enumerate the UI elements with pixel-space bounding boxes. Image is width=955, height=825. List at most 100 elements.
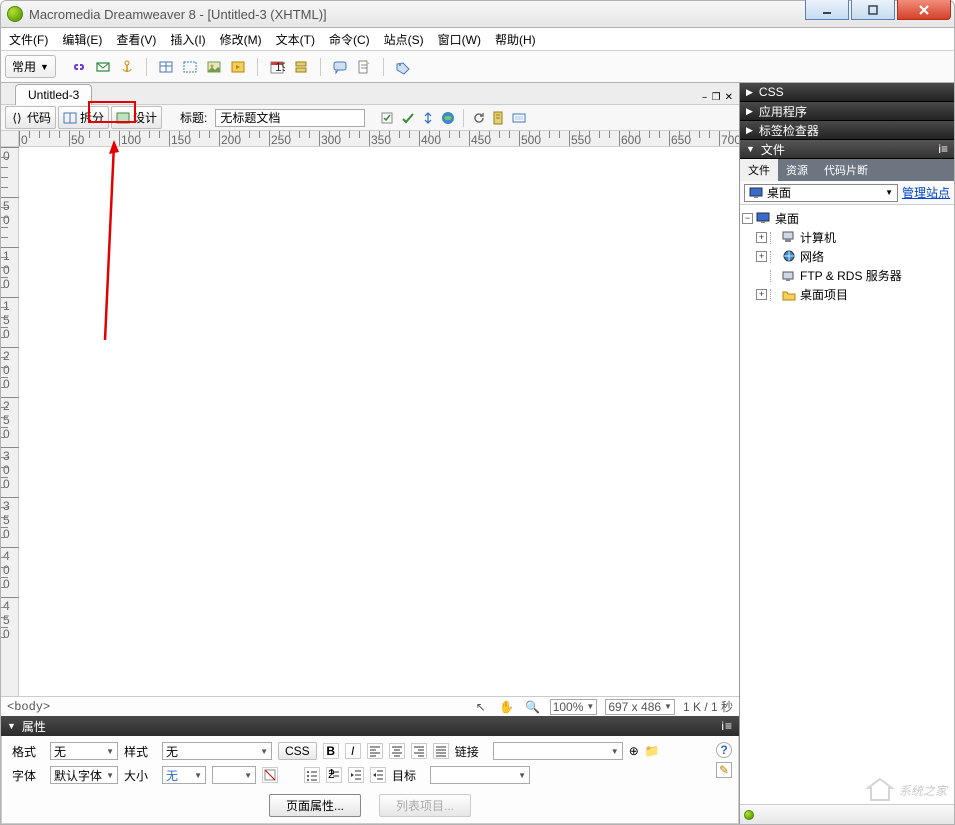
size-select[interactable]: 无▼ xyxy=(162,766,206,784)
expand-icon[interactable]: + xyxy=(756,289,767,300)
align-left-icon[interactable] xyxy=(367,743,383,759)
category-dropdown[interactable]: 常用 ▼ xyxy=(5,55,56,78)
expand-icon[interactable]: + xyxy=(756,251,767,262)
date-icon[interactable]: 19 xyxy=(268,58,286,76)
file-mgmt-icon[interactable] xyxy=(419,109,437,127)
css-panel-header[interactable]: ▶CSS xyxy=(740,83,954,102)
page-title-input[interactable] xyxy=(215,109,365,127)
server-icon[interactable] xyxy=(292,58,310,76)
indent-icon[interactable] xyxy=(370,767,386,783)
tag-selector[interactable]: <body> xyxy=(7,700,50,714)
tagins-panel-header[interactable]: ▶标签检查器 xyxy=(740,121,954,140)
tree-item[interactable]: + 桌面项目 xyxy=(742,285,952,304)
svg-text:19: 19 xyxy=(275,60,285,74)
minimize-button[interactable] xyxy=(805,0,849,20)
window-size-select[interactable]: 697 x 486▼ xyxy=(605,699,675,715)
menu-help[interactable]: 帮助(H) xyxy=(495,31,536,48)
tab-snippets[interactable]: 代码片断 xyxy=(816,159,876,181)
zoom-select[interactable]: 100%▼ xyxy=(550,699,598,715)
format-select[interactable]: 无▼ xyxy=(50,742,118,760)
check-icon[interactable] xyxy=(399,109,417,127)
menu-view[interactable]: 查看(V) xyxy=(116,31,156,48)
media-icon[interactable] xyxy=(229,58,247,76)
align-center-icon[interactable] xyxy=(389,743,405,759)
split-view-button[interactable]: 拆分 xyxy=(58,106,109,129)
document-tab[interactable]: Untitled-3 xyxy=(15,84,92,105)
hyperlink-icon[interactable] xyxy=(70,58,88,76)
email-icon[interactable] xyxy=(94,58,112,76)
panel-menu-icon[interactable]: i≡ xyxy=(938,142,948,156)
tree-item[interactable]: + 网络 xyxy=(742,247,952,266)
tag-icon[interactable] xyxy=(394,58,412,76)
maximize-button[interactable] xyxy=(851,0,895,20)
doc-minimize-icon[interactable]: – xyxy=(702,93,708,104)
div-icon[interactable] xyxy=(181,58,199,76)
design-canvas[interactable] xyxy=(19,147,739,696)
size-unit-select[interactable]: ▼ xyxy=(212,766,256,784)
align-right-icon[interactable] xyxy=(411,743,427,759)
menu-text[interactable]: 文本(T) xyxy=(276,31,315,48)
code-view-button[interactable]: ⟨⟩代码 xyxy=(5,106,56,129)
tab-files[interactable]: 文件 xyxy=(740,159,778,181)
help-icon[interactable]: ? xyxy=(716,742,732,758)
menu-modify[interactable]: 修改(M) xyxy=(220,31,262,48)
tree-root-label: 桌面 xyxy=(775,210,799,227)
manage-sites-link[interactable]: 管理站点 xyxy=(902,184,950,201)
close-button[interactable] xyxy=(897,0,951,20)
point-to-file-icon[interactable]: ⊕ xyxy=(629,744,639,758)
menu-window[interactable]: 窗口(W) xyxy=(438,31,481,48)
tab-assets[interactable]: 资源 xyxy=(778,159,816,181)
table-icon[interactable] xyxy=(157,58,175,76)
template-icon[interactable] xyxy=(355,58,373,76)
menu-edit[interactable]: 编辑(E) xyxy=(62,31,102,48)
anchor-icon[interactable] xyxy=(118,58,136,76)
bold-icon[interactable]: B xyxy=(323,743,339,759)
expand-icon[interactable]: + xyxy=(756,232,767,243)
refresh-icon[interactable] xyxy=(470,109,488,127)
browse-folder-icon[interactable]: 📁 xyxy=(645,744,660,758)
zoom-icon[interactable]: 🔍 xyxy=(524,698,542,716)
view-options-icon[interactable] xyxy=(490,109,508,127)
css-button[interactable]: CSS xyxy=(278,742,317,760)
image-icon[interactable] xyxy=(205,58,223,76)
outdent-icon[interactable] xyxy=(348,767,364,783)
pointer-icon[interactable]: ↖ xyxy=(472,698,490,716)
page-properties-button[interactable]: 页面属性... xyxy=(269,794,361,817)
comment-icon[interactable] xyxy=(331,58,349,76)
italic-icon[interactable]: I xyxy=(345,743,361,759)
tree-item[interactable]: FTP & RDS 服务器 xyxy=(742,266,952,285)
doc-close-icon[interactable]: ✕ xyxy=(725,92,733,104)
target-select[interactable]: ▼ xyxy=(430,766,530,784)
font-select[interactable]: 默认字体▼ xyxy=(50,766,118,784)
chevron-down-icon: ▼ xyxy=(40,62,49,72)
design-view-button[interactable]: 设计 xyxy=(111,106,162,129)
doc-restore-icon[interactable]: ❐ xyxy=(712,92,721,104)
code-icon: ⟨⟩ xyxy=(10,111,24,125)
files-tree[interactable]: − 桌面 + 计算机 + 网络 FTP & RDS 服务器 + xyxy=(740,205,954,804)
menu-file[interactable]: 文件(F) xyxy=(9,31,48,48)
size-label: 大小 xyxy=(124,767,156,784)
collapse-icon[interactable]: − xyxy=(742,213,753,224)
quick-tag-icon[interactable]: ✎ xyxy=(716,762,732,778)
menu-insert[interactable]: 插入(I) xyxy=(170,31,205,48)
menu-site[interactable]: 站点(S) xyxy=(384,31,424,48)
site-select[interactable]: 桌面▼ xyxy=(744,184,898,202)
panel-menu-icon[interactable]: i≡ xyxy=(721,719,733,733)
text-color-icon[interactable] xyxy=(262,767,278,783)
app-panel-header[interactable]: ▶应用程序 xyxy=(740,102,954,121)
ordered-list-icon[interactable]: 12 xyxy=(326,767,342,783)
hand-icon[interactable]: ✋ xyxy=(498,698,516,716)
design-icon xyxy=(116,111,130,125)
unordered-list-icon[interactable] xyxy=(304,767,320,783)
files-panel-header[interactable]: ▼文件i≡ xyxy=(740,140,954,159)
preview-icon[interactable] xyxy=(439,109,457,127)
list-items-button[interactable]: 列表项目... xyxy=(379,794,471,817)
align-justify-icon[interactable] xyxy=(433,743,449,759)
validate-icon[interactable] xyxy=(379,109,397,127)
link-input[interactable]: ▼ xyxy=(493,742,623,760)
visual-aids-icon[interactable] xyxy=(510,109,528,127)
tree-item[interactable]: + 计算机 xyxy=(742,228,952,247)
menu-commands[interactable]: 命令(C) xyxy=(329,31,370,48)
properties-header[interactable]: ▼ 属性 i≡ xyxy=(1,716,739,736)
style-select[interactable]: 无▼ xyxy=(162,742,272,760)
